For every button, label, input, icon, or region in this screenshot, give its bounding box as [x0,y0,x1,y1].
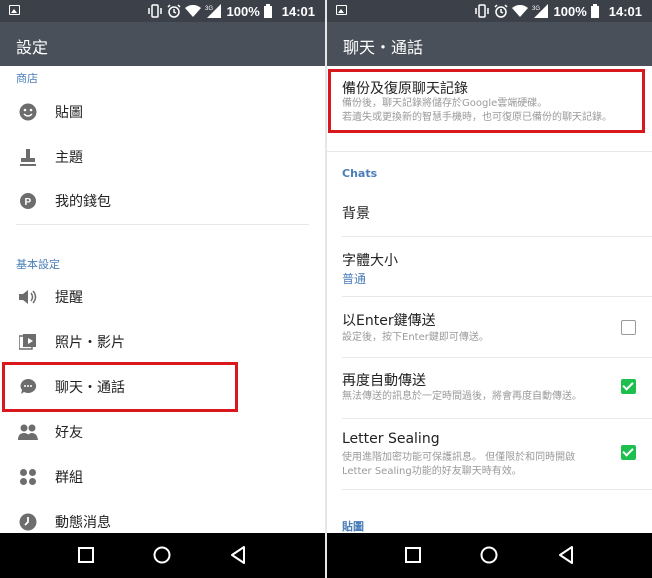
divider [327,151,652,152]
enter-send-title: 以Enter鍵傳送 [342,313,436,329]
settings-item-friends[interactable]: 好友 [0,410,325,454]
wifi-icon [184,5,201,17]
nav-bar [327,533,652,578]
app-bar: 聊天・通話 [327,22,652,66]
section-header-stickers: 貼圖 [342,520,364,533]
settings-item-label: 提醒 [55,290,83,306]
signal-3g-icon: 3G [532,4,548,18]
back-triangle-icon [231,546,245,564]
home-button[interactable] [479,545,499,565]
settings-item-notifications[interactable]: 提醒 [0,275,325,319]
settings-item-themes[interactable]: 主題 [0,135,325,179]
svg-text:P: P [25,197,32,208]
signal-3g-icon: 3G [205,4,221,18]
font-size-title: 字體大小 [342,253,398,269]
letter-sealing-title: Letter Sealing [342,431,440,447]
battery-percent: 100% [553,3,587,19]
settings-item-label: 我的錢包 [55,194,111,210]
square-icon [405,547,421,563]
alarm-icon [166,4,181,18]
section-header-store: 商店 [16,72,38,85]
auto-resend-title: 再度自動傳送 [342,373,426,389]
status-bar: 3G 100% 14:01 [0,0,325,22]
highlight-box [2,362,238,412]
auto-resend-checkbox[interactable] [621,379,636,394]
settings-item-stickers[interactable]: 貼圖 [0,90,325,134]
image-notification-icon [9,5,20,15]
battery-percent: 100% [226,3,260,19]
settings-item-label: 動態消息 [55,515,111,531]
settings-item-timeline[interactable]: 動態消息 [0,500,325,533]
speaker-icon [19,290,37,304]
page-title: 聊天・通話 [343,38,424,57]
chats-calls-panel: 3G 100% 14:01 聊天・通話 備份及復原聊天記錄 備份後，聊天記錄將儲… [327,0,652,578]
chat-settings-list: 備份及復原聊天記錄 備份後，聊天記錄將儲存於Google雲端硬碟。 若遺失或更換… [327,66,652,533]
clock-time: 14:01 [281,3,315,19]
settings-item-label: 照片・影片 [55,335,125,351]
media-icon [19,334,36,350]
recent-apps-button[interactable] [76,545,96,565]
settings-item-label: 群組 [55,470,83,486]
circle-icon [480,546,498,564]
smiley-icon [19,103,37,121]
settings-item-photos-videos[interactable]: 照片・影片 [0,320,325,364]
groups-icon [20,469,36,485]
home-button[interactable] [152,545,172,565]
enter-send-item[interactable]: 以Enter鍵傳送 設定後，按下Enter鍵即可傳送。 [327,297,652,357]
vibrate-icon [474,4,489,18]
letter-sealing-checkbox[interactable] [621,445,636,460]
back-triangle-icon [559,546,573,564]
section-header-basic: 基本設定 [16,258,60,271]
nav-bar [0,533,325,578]
letter-sealing-desc-line1: 使用進階加密功能可保護訊息。 但僅限於和同時開啟 [342,452,576,463]
friends-icon [18,424,38,440]
divider [16,224,309,225]
image-notification-icon [336,5,347,15]
svg-text:3G: 3G [532,6,540,12]
settings-panel: 3G 100% 14:01 設定 商店 貼圖 主題 P 我的錢包 基本設定 提醒 [0,0,325,578]
back-button[interactable] [228,545,248,565]
page-title: 設定 [16,38,49,57]
settings-item-wallet[interactable]: P 我的錢包 [0,179,325,223]
auto-resend-item[interactable]: 再度自動傳送 無法傳送的訊息於一定時間過後，將會再度自動傳送。 [327,358,652,418]
status-bar: 3G 100% 14:01 [327,0,652,22]
battery-icon [263,4,272,18]
clock-icon [19,513,37,531]
app-bar: 設定 [0,22,325,66]
battery-icon [590,4,599,18]
alarm-icon [493,4,508,18]
settings-item-label: 好友 [55,425,83,441]
divider [342,489,652,490]
square-icon [78,547,94,563]
font-size-value: 普通 [342,272,367,286]
highlight-box [328,69,645,133]
vibrate-icon [147,4,162,18]
wifi-icon [511,5,528,17]
letter-sealing-item[interactable]: Letter Sealing 使用進階加密功能可保護訊息。 但僅限於和同時開啟 … [327,419,652,489]
clock-time: 14:01 [608,3,642,19]
settings-item-label: 主題 [55,150,83,166]
back-button[interactable] [556,545,576,565]
circle-icon [153,546,171,564]
letter-sealing-desc-line2: Letter Sealing功能的好友聊天時有效。 [342,466,522,477]
wallet-p-icon: P [20,193,36,209]
svg-text:3G: 3G [205,6,213,12]
background-item[interactable]: 背景 [327,190,652,236]
settings-item-label: 貼圖 [55,105,83,121]
stamp-icon [20,149,36,166]
settings-list: 商店 貼圖 主題 P 我的錢包 基本設定 提醒 照片・影片 聊天・通話 好友 群… [0,66,325,533]
recent-apps-button[interactable] [403,545,423,565]
auto-resend-desc: 無法傳送的訊息於一定時間過後，將會再度自動傳送。 [342,391,582,402]
background-label: 背景 [342,206,370,222]
enter-send-desc: 設定後，按下Enter鍵即可傳送。 [342,332,489,343]
settings-item-groups[interactable]: 群組 [0,455,325,499]
section-header-chats: Chats [342,167,378,180]
enter-send-checkbox[interactable] [621,320,636,335]
font-size-item[interactable]: 字體大小 普通 [327,237,652,295]
